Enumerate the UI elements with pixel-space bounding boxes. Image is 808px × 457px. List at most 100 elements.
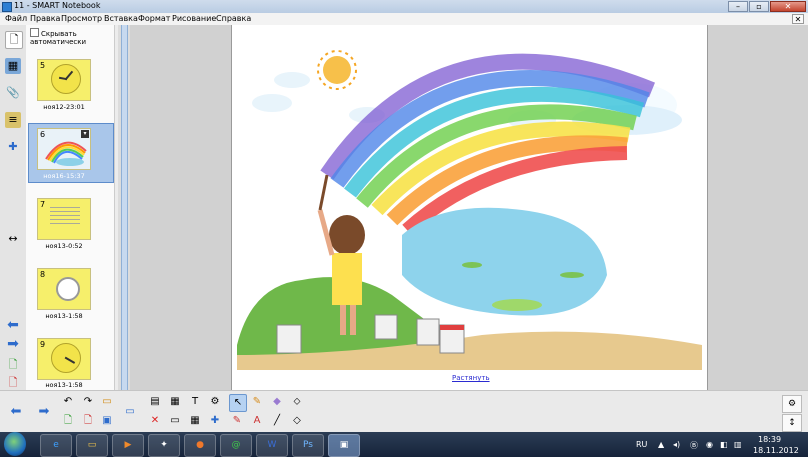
- word-icon[interactable]: W: [256, 434, 288, 457]
- paste-icon[interactable]: ▤: [147, 394, 163, 410]
- tools-icon[interactable]: ✦: [148, 434, 180, 457]
- tray-arrow-icon[interactable]: ▲: [658, 440, 664, 449]
- magic-pen-icon[interactable]: ✎: [249, 394, 265, 410]
- firefox-icon[interactable]: ●: [184, 434, 216, 457]
- page-number: 9: [40, 340, 46, 349]
- properties-tab-icon[interactable]: ≡: [5, 112, 21, 128]
- redo-icon[interactable]: ↷: [80, 394, 96, 410]
- page-thumbnail[interactable]: 8: [37, 268, 91, 310]
- menu-draw[interactable]: Рисование: [172, 14, 216, 23]
- close-button[interactable]: ✕: [770, 1, 806, 12]
- clock-time[interactable]: 18:39: [758, 435, 781, 444]
- resize-arrows-icon[interactable]: ↔: [5, 231, 21, 247]
- page-label: ноя13-1:58: [45, 312, 83, 320]
- document-camera-icon[interactable]: ⚙: [207, 394, 223, 410]
- clock-image: [51, 343, 81, 373]
- tray-b-icon[interactable]: Ⓑ: [690, 440, 698, 451]
- panel-splitter[interactable]: [118, 25, 130, 390]
- addon-icon[interactable]: ✚: [207, 413, 223, 429]
- save-icon[interactable]: ▣: [99, 413, 115, 429]
- page-number: 7: [40, 200, 46, 209]
- mail-agent-icon[interactable]: @: [220, 434, 252, 457]
- move-left-arrow-icon[interactable]: ⬅: [5, 317, 21, 333]
- select-arrow-icon[interactable]: ↖: [229, 394, 247, 412]
- page-label: ноя16-15:37: [43, 172, 85, 180]
- maximize-button[interactable]: ▫: [749, 1, 769, 12]
- menu-help[interactable]: Справка: [216, 14, 251, 23]
- rainbow-illustration: [237, 50, 702, 370]
- network-icon[interactable]: ▥: [734, 440, 742, 449]
- page-label: ноя12-23:01: [43, 103, 85, 111]
- add-page-icon[interactable]: 🗋: [60, 413, 76, 429]
- clock-image: [51, 64, 81, 94]
- screen-capture-icon[interactable]: ▦: [167, 394, 183, 410]
- table-icon[interactable]: ▦: [187, 413, 203, 429]
- addons-tab-icon[interactable]: ✚: [5, 139, 21, 155]
- undo-icon[interactable]: ↶: [60, 394, 76, 410]
- page-number: 8: [40, 270, 46, 279]
- main-toolbar: ⬅ ➡ ↶ ↷ ▭ 🗋 🗋 ▣ ▭ ▤ ▦ T ⚙ ✕ ▭ ▦ ✚ ↖ ✎ ◆ …: [0, 390, 808, 433]
- screen-shade-icon[interactable]: ▭: [122, 404, 138, 420]
- move-right-arrow-icon[interactable]: ➡: [5, 336, 21, 352]
- document-close-button[interactable]: ✕: [792, 14, 804, 24]
- media-player-icon[interactable]: ▶: [112, 434, 144, 457]
- file-explorer-icon[interactable]: ▭: [76, 434, 108, 457]
- start-button[interactable]: [4, 432, 26, 456]
- menu-insert[interactable]: Вставка: [104, 14, 138, 23]
- page-thumbnail[interactable]: 5: [37, 59, 91, 101]
- internet-explorer-icon[interactable]: e: [40, 434, 72, 457]
- menu-view[interactable]: Просмотр: [61, 14, 102, 23]
- delete-page-icon[interactable]: 🗋: [5, 375, 21, 391]
- delete-page-icon[interactable]: 🗋: [80, 413, 96, 429]
- fill-icon[interactable]: ⬦: [289, 394, 305, 410]
- system-tray: RU ▲ ◂) Ⓑ ◉ ◧ ▥ 18:39 18.11.2012: [628, 432, 808, 457]
- window-title: 11 - SMART Notebook: [14, 1, 101, 10]
- photoshop-icon[interactable]: Ps: [292, 434, 324, 457]
- attachments-tab-icon[interactable]: 📎: [5, 85, 21, 101]
- side-tab-strip: 🗋 ▦ 📎 ≡ ✚ ↔ ⬅ ➡ 🗋 🗋: [0, 25, 27, 390]
- page-thumbnail[interactable]: 7: [37, 198, 91, 240]
- toolbar-move-icon[interactable]: ↕: [782, 414, 802, 432]
- page-sorter-tab-icon[interactable]: 🗋: [5, 31, 23, 49]
- menu-edit[interactable]: Правка: [30, 14, 60, 23]
- smart-tray-icon[interactable]: ◉: [706, 440, 713, 449]
- full-screen-icon[interactable]: ▭: [167, 413, 183, 429]
- text-lines-image: [50, 207, 80, 208]
- menu-format[interactable]: Формат: [138, 14, 170, 23]
- app-icon: [2, 2, 12, 12]
- menu-file[interactable]: Файл: [5, 14, 27, 23]
- page-thumbnail-selected[interactable]: 6 ▾: [37, 128, 91, 170]
- stretch-link[interactable]: Растянуть: [452, 374, 490, 382]
- line-tool-icon[interactable]: ╱: [269, 413, 285, 429]
- autohide-checkbox[interactable]: Скрывать автоматически: [30, 28, 114, 46]
- minimize-button[interactable]: –: [728, 1, 748, 12]
- smart-notebook-task-icon[interactable]: ▣: [328, 434, 360, 457]
- toolbar-settings-gear-icon[interactable]: ⚙: [782, 395, 802, 413]
- page-menu-arrow-icon[interactable]: ▾: [81, 130, 89, 138]
- add-page-icon[interactable]: 🗋: [5, 357, 21, 373]
- windows-taskbar: e ▭ ▶ ✦ ● @ W Ps ▣ RU ▲ ◂) Ⓑ ◉ ◧ ▥ 18:39…: [0, 432, 808, 457]
- shape-eraser-icon[interactable]: ◇: [289, 413, 305, 429]
- tray-app-icon[interactable]: ◧: [720, 440, 728, 449]
- page-sorter: Скрывать автоматически 5 ноя12-23:01 6 ▾…: [26, 25, 134, 390]
- text-tool-icon[interactable]: A: [249, 413, 265, 429]
- notebook-page[interactable]: Растянуть: [231, 25, 708, 390]
- page-number: 5: [40, 61, 46, 70]
- volume-icon[interactable]: ◂): [673, 440, 680, 449]
- text-box-icon[interactable]: T: [187, 394, 203, 410]
- gallery-tab-icon[interactable]: ▦: [5, 58, 21, 74]
- page-thumbnail[interactable]: 9: [37, 338, 91, 380]
- menu-bar: Файл Правка Просмотр Вставка Формат Рисо…: [0, 13, 808, 25]
- splitter-grip[interactable]: [121, 25, 128, 390]
- page-label: ноя13-1:58: [45, 381, 83, 389]
- next-page-icon[interactable]: ➡: [36, 404, 52, 420]
- title-bar: 11 - SMART Notebook – ▫ ✕: [0, 0, 808, 13]
- previous-page-icon[interactable]: ⬅: [8, 404, 24, 420]
- language-indicator[interactable]: RU: [636, 440, 647, 449]
- pens-icon[interactable]: ✎: [229, 413, 245, 429]
- clock-date[interactable]: 18.11.2012: [753, 446, 799, 455]
- delete-icon[interactable]: ✕: [147, 413, 163, 429]
- open-file-icon[interactable]: ▭: [99, 394, 115, 410]
- clock-image: [56, 277, 80, 301]
- eraser-icon[interactable]: ◆: [269, 394, 285, 410]
